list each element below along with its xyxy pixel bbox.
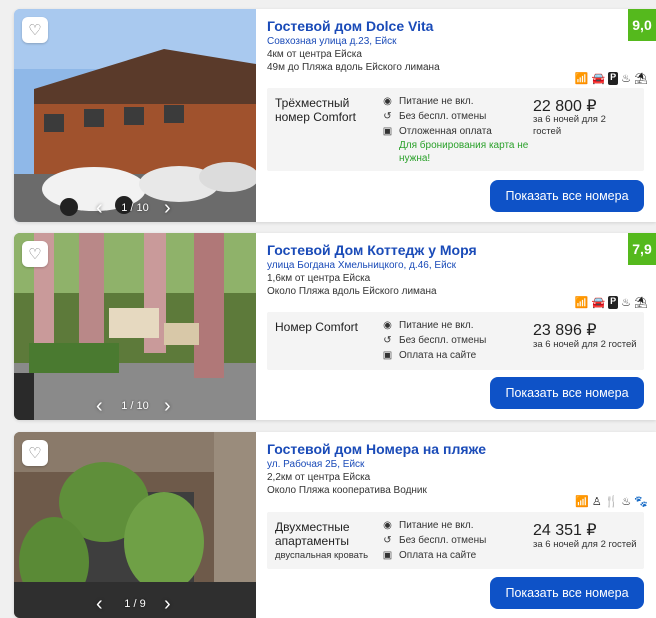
meal-condition: Питание не вкл. <box>399 320 474 331</box>
hotel-card: ♡ ‹ › 1 / 10 Гостевой Дом Коттедж у Моря… <box>14 233 656 420</box>
room-name[interactable]: Номер Comfort <box>275 320 358 334</box>
hotel-photo[interactable]: ♡ ‹ › 1 / 9 <box>14 432 256 618</box>
meal-icon: ◉ <box>383 96 392 107</box>
heart-plus-icon: ♡ <box>28 445 42 462</box>
pets-icon: 🐾 <box>634 496 648 508</box>
heart-plus-icon: ♡ <box>28 22 42 39</box>
favorite-button[interactable]: ♡ <box>22 440 48 466</box>
hotel-photo[interactable]: ♡ ‹ › 1 / 10 <box>14 9 256 222</box>
wallet-icon: ▣ <box>382 350 393 361</box>
cancel-icon: ↺ <box>383 111 392 122</box>
amenities: 📶 🚘 P ♨ ⛱ <box>575 72 648 85</box>
heart-plus-icon: ♡ <box>28 246 42 263</box>
hotel-address[interactable]: ул. Рабочая 2Б, Ейск <box>267 459 364 470</box>
cancel-icon: ↺ <box>383 535 392 546</box>
hotel-address[interactable]: Совхозная улица д.23, Ейск <box>267 36 397 47</box>
price: 23 896 ₽ <box>533 322 597 339</box>
payment-note: Для бронирования карта не нужна! <box>399 140 529 164</box>
wifi-icon: 📶 <box>574 73 589 85</box>
photo-counter: 1 / 10 <box>121 400 149 412</box>
cancel-condition: Без беспл. отмены <box>399 335 487 346</box>
show-all-rooms-button[interactable]: Показать все номера <box>490 180 644 212</box>
cancel-condition: Без беспл. отмены <box>399 535 487 546</box>
cooking-icon: ♨ <box>621 73 632 85</box>
rating-badge: 7,9 <box>628 233 656 265</box>
car-icon: 🚘 <box>591 73 606 85</box>
hotel-card: ♡ ‹ › 1 / 9 Гостевой дом Номера на пляже… <box>14 432 656 618</box>
rating-badge: 9,0 <box>628 9 656 41</box>
show-all-rooms-button[interactable]: Показать все номера <box>490 377 644 409</box>
bed-type: двуспальная кровать <box>275 550 369 561</box>
beach-icon: ⛱ <box>634 297 648 309</box>
photo-counter: 1 / 10 <box>121 202 149 214</box>
distance-center: 4км от центра Ейска <box>267 49 362 60</box>
meal-condition: Питание не вкл. <box>399 520 474 531</box>
nights-guests: за 6 ночей для 2 гостей <box>533 114 606 137</box>
nights-guests: за 6 ночей для 2 гостей <box>533 339 637 350</box>
hotel-card: ♡ ‹ › 1 / 10 Гостевой дом Dolce Vita Сов… <box>14 9 656 222</box>
hotel-name[interactable]: Гостевой Дом Коттедж у Моря <box>267 242 477 258</box>
room-name[interactable]: Двухместные апартаменты <box>275 520 370 548</box>
distance-center: 2,2км от центра Ейска <box>267 472 371 483</box>
favorite-button[interactable]: ♡ <box>22 17 48 43</box>
photo-counter: 1 / 9 <box>124 598 146 610</box>
hotel-photo[interactable]: ♡ ‹ › 1 / 10 <box>14 233 256 420</box>
wallet-icon: ▣ <box>382 126 393 137</box>
wifi-icon: 📶 <box>575 496 589 508</box>
payment-condition: Оплата на сайте <box>399 550 477 561</box>
wifi-icon: 📶 <box>574 297 589 309</box>
cancel-condition: Без беспл. отмены <box>399 111 487 122</box>
room-offer: Двухместные апартаменты двуспальная кров… <box>267 512 644 569</box>
hotel-name[interactable]: Гостевой дом Dolce Vita <box>267 18 433 34</box>
distance-beach: Около Пляжа вдоль Ейского лимана <box>267 286 437 297</box>
price: 24 351 ₽ <box>533 522 597 539</box>
cooking-icon: ♨ <box>621 496 632 508</box>
room-conditions: ◉ Питание не вкл. ↺ Без беспл. отмены ▣ Опл… <box>381 518 487 563</box>
cooking-icon: ♨ <box>621 297 632 309</box>
favorite-button[interactable]: ♡ <box>22 241 48 267</box>
meal-icon: ◉ <box>383 320 392 331</box>
room-conditions: ◉ Питание не вкл. ↺ Без беспл. отмены ▣ Отл… <box>381 94 539 165</box>
hotel-name[interactable]: Гостевой дом Номера на пляже <box>267 441 486 457</box>
beach-icon: ⛱ <box>634 73 648 85</box>
amenities: 📶 🚘 P ♨ ⛱ <box>575 296 648 309</box>
nights-guests: за 6 ночей для 2 гостей <box>533 539 637 550</box>
meal-icon: ◉ <box>383 520 392 531</box>
parking-icon: P <box>608 72 619 85</box>
hotel-address[interactable]: улица Богдана Хмельницкого, д.46, Ейск <box>267 260 456 271</box>
room-offer: Номер Comfort ◉ Питание не вкл. ↺ Без бесп… <box>267 312 644 370</box>
room-name[interactable]: Трёхместный номер Comfort <box>275 96 375 124</box>
cancel-icon: ↺ <box>383 335 392 346</box>
wallet-icon: ▣ <box>382 550 393 561</box>
meal-condition: Питание не вкл. <box>399 96 474 107</box>
show-all-rooms-button[interactable]: Показать все номера <box>490 577 644 609</box>
room-conditions: ◉ Питание не вкл. ↺ Без беспл. отмены ▣ Опл… <box>381 318 487 363</box>
parking-icon: P <box>608 296 619 309</box>
price: 22 800 ₽ <box>533 98 597 115</box>
amenities: 📶 ♙ 🍴 ♨ 🐾 <box>575 495 648 508</box>
distance-center: 1,6км от центра Ейска <box>267 273 371 284</box>
payment-condition: Оплата на сайте <box>399 350 477 361</box>
car-icon: 🚘 <box>591 297 606 309</box>
room-offer: Трёхместный номер Comfort ◉ Питание не вк… <box>267 88 644 171</box>
restaurant-icon: 🍴 <box>604 496 619 508</box>
distance-beach: 49м до Пляжа вдоль Ейского лимана <box>267 62 440 73</box>
distance-beach: Около Пляжа кооператива Водник <box>267 485 427 496</box>
payment-condition: Отложенная оплата <box>399 126 492 137</box>
kids-icon: ♙ <box>591 496 602 508</box>
